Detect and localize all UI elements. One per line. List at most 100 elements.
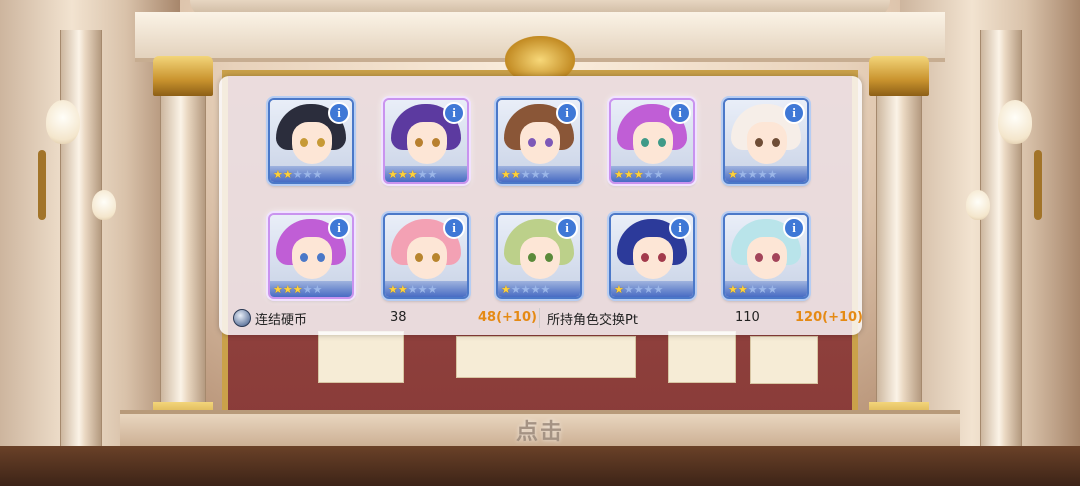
star-filled-icon: ★: [510, 167, 521, 181]
wall-lamp: [92, 190, 116, 220]
currency-left-value: 38: [390, 310, 407, 325]
star-filled-icon: ★: [623, 167, 634, 181]
notice-paper: [456, 336, 636, 378]
star-empty-icon: ★: [427, 167, 438, 181]
currency-right-value: 110: [735, 310, 760, 325]
star-empty-icon: ★: [312, 167, 323, 181]
currency-right-gain: 120(+10): [795, 310, 864, 325]
star-rating: ★ ★ ★ ★ ★: [611, 166, 693, 182]
star-empty-icon: ★: [653, 167, 664, 181]
info-icon[interactable]: i: [669, 217, 691, 239]
star-filled-icon: ★: [397, 167, 408, 181]
star-empty-icon: ★: [757, 167, 768, 181]
portrait-eye: [545, 253, 553, 262]
info-icon[interactable]: i: [783, 217, 805, 239]
star-empty-icon: ★: [643, 167, 654, 181]
floor: [0, 446, 1080, 486]
portrait-face: [292, 237, 332, 279]
star-rating: ★ ★ ★ ★ ★: [385, 166, 467, 182]
info-icon[interactable]: i: [443, 102, 465, 124]
portrait-eye: [415, 138, 423, 147]
star-empty-icon: ★: [757, 282, 768, 296]
star-empty-icon: ★: [312, 282, 323, 296]
character-card[interactable]: i ★ ★ ★ ★ ★: [383, 98, 469, 184]
portrait-eye: [755, 253, 763, 262]
star-empty-icon: ★: [530, 167, 541, 181]
star-filled-icon: ★: [614, 282, 624, 296]
star-empty-icon: ★: [767, 282, 778, 296]
info-icon[interactable]: i: [443, 217, 465, 239]
stat-divider: [539, 308, 540, 328]
star-filled-icon: ★: [292, 282, 303, 296]
currency-right-row: 所持角色交换Pt: [547, 306, 638, 330]
portrait-eye: [755, 138, 763, 147]
portrait-eye: [641, 138, 649, 147]
info-icon[interactable]: i: [783, 102, 805, 124]
character-card[interactable]: i ★ ★ ★ ★ ★: [723, 213, 809, 299]
star-filled-icon: ★: [388, 282, 398, 296]
star-rating: ★ ★ ★ ★ ★: [498, 281, 580, 297]
coin-icon: [233, 309, 251, 327]
character-card[interactable]: i ★ ★ ★ ★ ★: [268, 213, 354, 299]
notice-paper: [750, 336, 818, 384]
star-empty-icon: ★: [633, 282, 644, 296]
portrait-eye: [432, 253, 440, 262]
character-card[interactable]: i ★ ★ ★ ★ ★: [496, 98, 582, 184]
currency-left-row: 连结硬币: [233, 306, 307, 330]
info-icon[interactable]: i: [556, 102, 578, 124]
sconce-arm: [1034, 150, 1042, 220]
star-rating: ★ ★ ★ ★ ★: [385, 281, 467, 297]
info-icon[interactable]: i: [556, 217, 578, 239]
star-rating: ★ ★ ★ ★ ★: [270, 166, 352, 182]
portrait-eye: [317, 138, 325, 147]
character-card[interactable]: i ★ ★ ★ ★ ★: [268, 98, 354, 184]
star-filled-icon: ★: [397, 282, 408, 296]
wall-lamp: [998, 100, 1032, 144]
star-empty-icon: ★: [292, 167, 303, 181]
gold-crest: [505, 36, 575, 76]
info-icon[interactable]: i: [328, 217, 350, 239]
star-rating: ★ ★ ★ ★ ★: [270, 281, 352, 297]
star-empty-icon: ★: [520, 167, 531, 181]
star-filled-icon: ★: [273, 167, 283, 181]
character-card[interactable]: i ★ ★ ★ ★ ★: [496, 213, 582, 299]
portrait-face: [407, 237, 447, 279]
character-card[interactable]: i ★ ★ ★ ★ ★: [723, 98, 809, 184]
column-far-right: [980, 30, 1022, 450]
character-card[interactable]: i ★ ★ ★ ★ ★: [609, 98, 695, 184]
star-empty-icon: ★: [767, 167, 778, 181]
star-empty-icon: ★: [540, 282, 551, 296]
tap-to-continue[interactable]: 点击: [500, 414, 580, 446]
wall-lamp: [966, 190, 990, 220]
portrait-eye: [658, 253, 666, 262]
star-filled-icon: ★: [501, 167, 511, 181]
portrait-eye: [415, 253, 423, 262]
character-card[interactable]: i ★ ★ ★ ★ ★: [609, 213, 695, 299]
info-icon[interactable]: i: [328, 102, 350, 124]
star-filled-icon: ★: [728, 282, 738, 296]
star-filled-icon: ★: [273, 282, 283, 296]
star-empty-icon: ★: [302, 167, 313, 181]
portrait-eye: [317, 253, 325, 262]
portrait-eye: [528, 138, 536, 147]
portrait-eye: [300, 253, 308, 262]
star-empty-icon: ★: [623, 282, 634, 296]
star-empty-icon: ★: [417, 282, 428, 296]
portrait-eye: [658, 138, 666, 147]
star-empty-icon: ★: [302, 282, 313, 296]
notice-paper: [668, 331, 736, 383]
star-filled-icon: ★: [282, 282, 293, 296]
portrait-face: [520, 122, 560, 164]
info-icon[interactable]: i: [669, 102, 691, 124]
star-empty-icon: ★: [643, 282, 654, 296]
character-card[interactable]: i ★ ★ ★ ★ ★: [383, 213, 469, 299]
star-filled-icon: ★: [388, 167, 398, 181]
portrait-eye: [528, 253, 536, 262]
portrait-face: [747, 237, 787, 279]
column-right: [869, 56, 929, 440]
portrait-eye: [300, 138, 308, 147]
portrait-face: [520, 237, 560, 279]
notice-paper: [318, 331, 404, 383]
currency-right-label: 所持角色交换Pt: [547, 312, 638, 328]
star-empty-icon: ★: [427, 282, 438, 296]
